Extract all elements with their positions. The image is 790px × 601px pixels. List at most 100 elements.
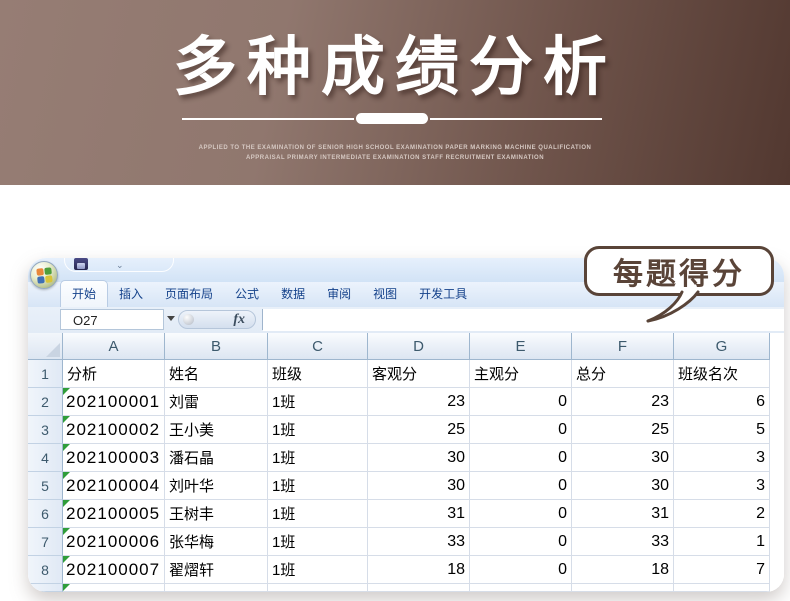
cell-C6[interactable]: 1班: [268, 500, 368, 528]
callout-label: 每题得分: [613, 249, 745, 293]
cell-C8[interactable]: 1班: [268, 556, 368, 584]
cell-F1[interactable]: 总分: [572, 360, 674, 388]
cell-B5[interactable]: 刘叶华: [165, 472, 268, 500]
cell-A9[interactable]: [63, 584, 165, 592]
cell-E7[interactable]: 0: [470, 528, 572, 556]
cell-D1[interactable]: 客观分: [368, 360, 470, 388]
cell-F4[interactable]: 30: [572, 444, 674, 472]
cell-A1[interactable]: 分析: [63, 360, 165, 388]
cell-F3[interactable]: 25: [572, 416, 674, 444]
tab-5[interactable]: 数据: [270, 281, 316, 307]
cell-F5[interactable]: 30: [572, 472, 674, 500]
select-all-corner[interactable]: [28, 333, 63, 360]
cell-E2[interactable]: 0: [470, 388, 572, 416]
name-box-dropdown-icon[interactable]: [167, 316, 175, 321]
tab-3[interactable]: 页面布局: [154, 281, 224, 307]
cell-A8[interactable]: 202100007: [63, 556, 165, 584]
cell-C9[interactable]: [268, 584, 368, 592]
cell-D3[interactable]: 25: [368, 416, 470, 444]
cell-F6[interactable]: 31: [572, 500, 674, 528]
cell-G7[interactable]: 1: [674, 528, 770, 556]
tab-7[interactable]: 视图: [362, 281, 408, 307]
cell-D5[interactable]: 30: [368, 472, 470, 500]
formula-bar[interactable]: [263, 309, 784, 331]
cell-G5[interactable]: 3: [674, 472, 770, 500]
cell-B1[interactable]: 姓名: [165, 360, 268, 388]
banner-divider: [182, 112, 602, 125]
tab-6[interactable]: 审阅: [316, 281, 362, 307]
tab-4[interactable]: 公式: [224, 281, 270, 307]
cell-C2[interactable]: 1班: [268, 388, 368, 416]
tab-2[interactable]: 插入: [108, 281, 154, 307]
column-header-B[interactable]: B: [165, 333, 268, 360]
name-box[interactable]: O27: [60, 309, 164, 330]
error-triangle-icon: [63, 584, 70, 591]
chevron-down-icon[interactable]: ⌄: [116, 260, 124, 271]
cell-E5[interactable]: 0: [470, 472, 572, 500]
cell-A4[interactable]: 202100003: [63, 444, 165, 472]
cell-A3[interactable]: 202100002: [63, 416, 165, 444]
cell-C1[interactable]: 班级: [268, 360, 368, 388]
tab-8[interactable]: 开发工具: [408, 281, 478, 307]
row-header-6[interactable]: 6: [28, 500, 63, 528]
cell-G3[interactable]: 5: [674, 416, 770, 444]
cell-E6[interactable]: 0: [470, 500, 572, 528]
cell-D9[interactable]: [368, 584, 470, 592]
cell-D4[interactable]: 30: [368, 444, 470, 472]
cell-A2[interactable]: 202100001: [63, 388, 165, 416]
insert-function-control[interactable]: fx: [178, 310, 256, 329]
column-header-A[interactable]: A: [63, 333, 165, 360]
cell-F8[interactable]: 18: [572, 556, 674, 584]
cell-C4[interactable]: 1班: [268, 444, 368, 472]
row-header-9[interactable]: [28, 584, 63, 592]
row-header-8[interactable]: 8: [28, 556, 63, 584]
cell-A7[interactable]: 202100006: [63, 528, 165, 556]
row-header-2[interactable]: 2: [28, 388, 63, 416]
cell-B9[interactable]: [165, 584, 268, 592]
tab-1[interactable]: 开始: [60, 280, 108, 307]
cell-F9[interactable]: [572, 584, 674, 592]
cell-B8[interactable]: 翟熠轩: [165, 556, 268, 584]
cell-G2[interactable]: 6: [674, 388, 770, 416]
row-header-4[interactable]: 4: [28, 444, 63, 472]
column-header-D[interactable]: D: [368, 333, 470, 360]
cell-D8[interactable]: 18: [368, 556, 470, 584]
cell-E9[interactable]: [470, 584, 572, 592]
save-icon[interactable]: [74, 258, 88, 270]
cell-B3[interactable]: 王小美: [165, 416, 268, 444]
cell-B2[interactable]: 刘雷: [165, 388, 268, 416]
cell-E1[interactable]: 主观分: [470, 360, 572, 388]
cell-D6[interactable]: 31: [368, 500, 470, 528]
column-header-F[interactable]: F: [572, 333, 674, 360]
cell-B6[interactable]: 王树丰: [165, 500, 268, 528]
cell-G9[interactable]: [674, 584, 770, 592]
cell-C5[interactable]: 1班: [268, 472, 368, 500]
cell-D2[interactable]: 23: [368, 388, 470, 416]
cell-C7[interactable]: 1班: [268, 528, 368, 556]
cell-G6[interactable]: 2: [674, 500, 770, 528]
column-header-C[interactable]: C: [268, 333, 368, 360]
cell-D7[interactable]: 33: [368, 528, 470, 556]
column-header-E[interactable]: E: [470, 333, 572, 360]
cell-F2[interactable]: 23: [572, 388, 674, 416]
cell-A5[interactable]: 202100004: [63, 472, 165, 500]
cell-E4[interactable]: 0: [470, 444, 572, 472]
row-header-3[interactable]: 3: [28, 416, 63, 444]
cell-F7[interactable]: 33: [572, 528, 674, 556]
row-filler: [770, 500, 784, 528]
cell-E8[interactable]: 0: [470, 556, 572, 584]
cell-G4[interactable]: 3: [674, 444, 770, 472]
cell-B4[interactable]: 潘石晶: [165, 444, 268, 472]
office-button[interactable]: [30, 261, 58, 289]
row-header-5[interactable]: 5: [28, 472, 63, 500]
column-header-G[interactable]: G: [674, 333, 770, 360]
cell-A6[interactable]: 202100005: [63, 500, 165, 528]
cell-G1[interactable]: 班级名次: [674, 360, 770, 388]
cell-C3[interactable]: 1班: [268, 416, 368, 444]
cell-B7[interactable]: 张华梅: [165, 528, 268, 556]
row-header-1[interactable]: 1: [28, 360, 63, 388]
error-triangle-icon: [63, 472, 70, 479]
cell-E3[interactable]: 0: [470, 416, 572, 444]
cell-G8[interactable]: 7: [674, 556, 770, 584]
row-header-7[interactable]: 7: [28, 528, 63, 556]
